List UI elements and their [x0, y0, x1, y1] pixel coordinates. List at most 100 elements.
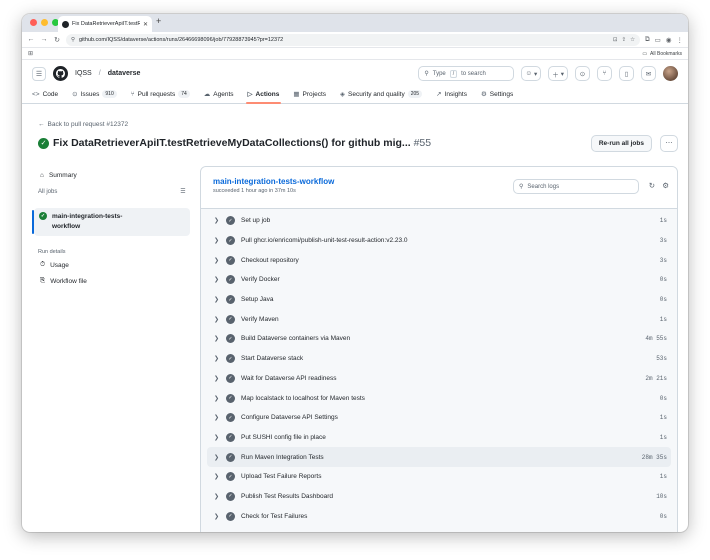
browser-menu-icon[interactable]: ⋮ [677, 36, 684, 44]
share-icon[interactable]: ⇪ [621, 37, 626, 43]
sidebar-item-workflow-file[interactable]: ⎘ Workflow file [34, 274, 190, 288]
all-bookmarks-label: All Bookmarks [650, 50, 682, 57]
extensions-icon[interactable]: ⧉ [645, 36, 650, 44]
plus-icon: ＋ [552, 71, 559, 79]
repositories-icon-button[interactable]: ▯ [619, 66, 634, 81]
pull-requests-icon-button[interactable]: ⑂ [597, 66, 612, 81]
run-title: Fix DataRetrieverApiIT.testRetrieveMyDat… [53, 137, 411, 149]
close-tab-icon[interactable]: ✕ [143, 21, 148, 28]
tab-code[interactable]: <> Code [32, 86, 58, 103]
notifications-button[interactable]: ✉ [641, 66, 656, 81]
tab-issues[interactable]: ⊙ Issues 910 [72, 86, 117, 103]
user-avatar[interactable] [663, 66, 678, 81]
chevron-right-icon[interactable]: ❯ [214, 296, 224, 303]
copilot-button[interactable]: ☺ ▾ [521, 66, 542, 81]
site-info-icon[interactable]: ⚲ [71, 37, 75, 43]
chevron-right-icon[interactable]: ❯ [214, 335, 224, 342]
job-step-row[interactable]: ❯ ✓ Run Maven Integration Tests 28m 35s [207, 447, 671, 467]
job-step-row[interactable]: ❯ ✓ Verify Maven 1s [201, 309, 677, 329]
chevron-right-icon[interactable]: ❯ [214, 434, 224, 441]
job-step-row[interactable]: ❯ ✓ Pull ghcr.io/enricomi/publish-unit-tes… [201, 231, 677, 251]
chevron-right-icon[interactable]: ❯ [214, 513, 224, 520]
sidebar-item-usage[interactable]: ⏱ Usage [34, 258, 190, 272]
sidebar-item-job[interactable]: ✓ main-integration-tests- workflow [32, 208, 190, 236]
search-logs-input[interactable]: ⚲ Search logs [513, 179, 639, 194]
step-success-icon: ✓ [226, 236, 235, 246]
tab-security[interactable]: ◈ Security and quality 205 [340, 86, 423, 103]
back-arrow-icon[interactable]: ← [27, 36, 35, 43]
close-window-button[interactable] [30, 19, 37, 26]
chevron-right-icon[interactable]: ❯ [214, 237, 224, 244]
url-text: github.com/IQSS/dataverse/actions/runs/2… [79, 36, 284, 43]
forward-arrow-icon[interactable]: → [40, 36, 48, 43]
refresh-icon[interactable]: ↻ [649, 181, 655, 190]
apps-grid-icon[interactable]: ⊞ [28, 50, 33, 57]
job-step-row[interactable]: ❯ ✓ Upload Test Failure Reports 1s [201, 467, 677, 487]
chevron-right-icon[interactable]: ❯ [214, 257, 224, 264]
org-link[interactable]: IQSS [75, 70, 92, 77]
issues-icon-button[interactable]: ⊙ [575, 66, 590, 81]
tab-agents[interactable]: ☁ Agents [204, 86, 234, 103]
profile-icon[interactable]: ◉ [666, 36, 672, 44]
browser-tab[interactable]: Fix DataRetrieverApiIT.testRe... ✕ [58, 16, 152, 32]
job-step-row[interactable]: ❯ ✓ Set up job 1s [201, 211, 677, 231]
filter-jobs-button[interactable]: ☰ [176, 186, 190, 198]
success-check-icon: ✓ [38, 137, 49, 149]
job-step-row[interactable]: ❯ ✓ Map localstack to localhost for Maven … [201, 388, 677, 408]
run-number: #55 [413, 137, 432, 149]
chevron-right-icon[interactable]: ❯ [214, 276, 224, 283]
tab-insights[interactable]: ↗ Insights [436, 86, 467, 103]
all-bookmarks-button[interactable]: ▭ All Bookmarks [642, 51, 682, 57]
chevron-right-icon[interactable]: ❯ [214, 414, 224, 421]
job-title-link[interactable]: main-integration-tests-workflow [213, 177, 334, 186]
chevron-right-icon[interactable]: ❯ [214, 454, 224, 461]
job-step-row[interactable]: ❯ ✓ Verify Docker 0s [201, 270, 677, 290]
tab-pull-requests[interactable]: ⑂ Pull requests 74 [131, 86, 190, 103]
rerun-all-jobs-button[interactable]: Re-run all jobs [590, 134, 652, 152]
tab-security-label: Security and quality [348, 90, 405, 98]
job-step-row[interactable]: ❯ ✓ Build Dataverse containers via Maven 4m… [201, 329, 677, 349]
step-duration: 53s [656, 355, 667, 363]
job-step-row[interactable]: ❯ ✓ Check for Test Failures 0s [201, 506, 677, 526]
back-to-pr-link[interactable]: ← Back to pull request #12372 [38, 121, 128, 128]
job-step-row[interactable]: ❯ ✓ Configure Dataverse API Settings 1s [201, 408, 677, 428]
repo-link[interactable]: dataverse [108, 70, 141, 77]
reload-icon[interactable]: ↻ [53, 36, 61, 44]
side-panel-icon[interactable]: ▭ [655, 36, 661, 44]
job-step-row[interactable]: ❯ ✓ Checkout repository 3s [201, 250, 677, 270]
chevron-right-icon[interactable]: ❯ [214, 217, 224, 224]
chevron-right-icon[interactable]: ❯ [214, 316, 224, 323]
github-logo-icon[interactable] [53, 66, 68, 81]
step-duration: 28m 35s [641, 453, 667, 461]
bookmark-star-icon[interactable]: ☆ [630, 37, 635, 43]
chevron-right-icon[interactable]: ❯ [214, 473, 224, 480]
job-step-row[interactable]: ❯ ✓ Publish Test Results Dashboard 10s [201, 487, 677, 507]
job-step-row[interactable]: ❯ ✓ Start Dataverse stack 53s [201, 349, 677, 369]
url-field[interactable]: ⚲ github.com/IQSS/dataverse/actions/runs… [66, 33, 641, 46]
more-options-button[interactable]: ⋯ [660, 134, 678, 152]
gear-icon[interactable]: ⚙ [662, 181, 669, 190]
job-step-row[interactable]: ❯ ✓ Wait for Dataverse API readiness 2m 21s [201, 369, 677, 389]
tab-settings[interactable]: ⚙ Settings [481, 86, 513, 103]
address-bar-row: ← → ↻ ⚲ github.com/IQSS/dataverse/action… [22, 32, 688, 48]
minimize-window-button[interactable] [41, 19, 48, 26]
step-duration: 4m 55s [645, 335, 667, 343]
copilot-icon: ☺ [525, 70, 532, 77]
global-search-input[interactable]: ⚲ Type / to search [418, 66, 515, 81]
tab-actions-label: Actions [255, 90, 280, 98]
sidebar-item-summary[interactable]: ⌂ Summary [34, 168, 190, 182]
tab-projects[interactable]: ▦ Projects [293, 86, 326, 103]
step-duration: 3s [659, 256, 667, 264]
job-step-row[interactable]: ❯ ✓ Setup Java 0s [201, 290, 677, 310]
tab-actions[interactable]: ▷ Actions [245, 86, 282, 104]
install-app-icon[interactable]: ⊡ [613, 37, 618, 43]
create-new-button[interactable]: ＋ ▾ [548, 66, 568, 81]
hamburger-menu-icon[interactable]: ☰ [32, 66, 46, 81]
chevron-right-icon[interactable]: ❯ [214, 395, 224, 402]
chevron-right-icon[interactable]: ❯ [214, 355, 224, 362]
job-step-row[interactable]: ❯ ✓ Put SUSHI config file in place 1s [201, 428, 677, 448]
code-icon: <> [32, 90, 40, 98]
chevron-right-icon[interactable]: ❯ [214, 375, 224, 382]
chevron-right-icon[interactable]: ❯ [214, 493, 224, 500]
new-tab-button[interactable]: + [156, 16, 161, 26]
